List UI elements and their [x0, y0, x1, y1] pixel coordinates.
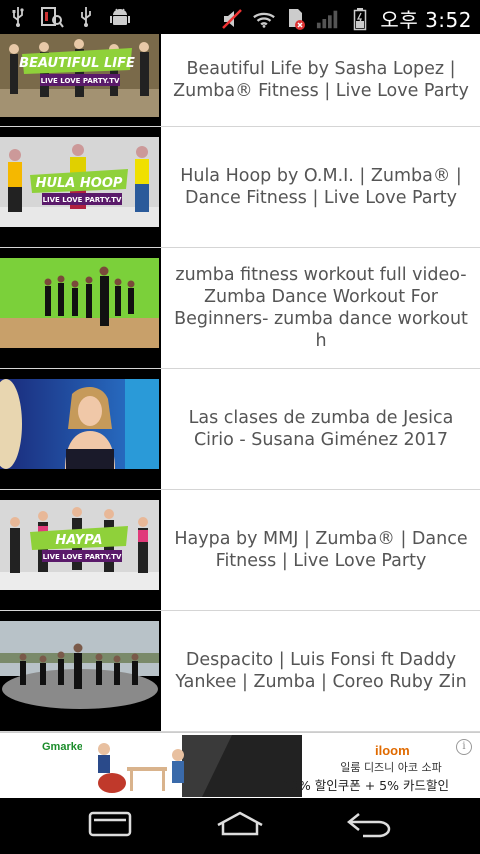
video-thumbnail [0, 258, 159, 348]
video-title[interactable]: Beautiful Life by Sasha Lopez | Zumba® F… [162, 34, 480, 126]
wifi-icon [252, 7, 276, 31]
video-thumbnail: HAYPA LIVE LOVE PARTY.TV [0, 500, 159, 590]
ad-info-icon[interactable]: i [456, 739, 472, 755]
ad-headline: 일룸 디즈니 아코 소파 [340, 761, 442, 774]
mute-icon [220, 7, 244, 31]
thumbnail-frame [0, 248, 161, 368]
video-item[interactable]: HAYPA LIVE LOVE PARTY.TV Haypa by MMJ | … [0, 490, 480, 611]
thumb-label: BEAUTIFUL LIFE [19, 56, 135, 71]
video-thumbnail: BEAUTIFUL LIFE LIVE LOVE PARTY.TV [0, 34, 159, 117]
battery-charging-icon [348, 7, 372, 31]
usb-debug-icon [74, 5, 98, 29]
usb-icon [6, 5, 30, 29]
video-list[interactable]: BEAUTIFUL LIFE LIVE LOVE PARTY.TV Beauti… [0, 34, 480, 732]
thumb-sub: LIVE LOVE PARTY.TV [41, 77, 120, 85]
android-debug-icon [108, 5, 132, 29]
sd-card-error-icon [284, 7, 308, 31]
ad-logo: iloom [375, 743, 410, 758]
recent-apps-button[interactable] [82, 808, 138, 844]
thumbnail-frame [0, 611, 161, 731]
video-title[interactable]: Haypa by MMJ | Zumba® | Dance Fitness | … [162, 490, 480, 610]
video-item[interactable]: Despacito | Luis Fonsi ft Daddy Yankee |… [0, 611, 480, 732]
thumbnail-frame: HULA HOOP LIVE LOVE PARTY.TV [0, 127, 161, 247]
home-icon [215, 810, 265, 842]
signal-icon [316, 7, 340, 31]
video-thumbnail: HULA HOOP LIVE LOVE PARTY.TV [0, 137, 159, 227]
video-title[interactable]: Despacito | Luis Fonsi ft Daddy Yankee |… [162, 611, 480, 731]
status-time: 오후 3:52 [380, 8, 472, 32]
video-item[interactable]: HULA HOOP LIVE LOVE PARTY.TV Hula Hoop b… [0, 127, 480, 248]
thumbnail-frame: HAYPA LIVE LOVE PARTY.TV [0, 490, 161, 610]
sim-toolkit-icon [40, 5, 64, 29]
video-title[interactable]: zumba fitness workout full video- Zumba … [162, 248, 480, 368]
back-icon [345, 810, 395, 842]
thumb-label: HAYPA [55, 533, 102, 548]
video-item[interactable]: zumba fitness workout full video- Zumba … [0, 248, 480, 369]
thumbnail-frame: BEAUTIFUL LIFE LIVE LOVE PARTY.TV [0, 34, 161, 126]
video-item[interactable]: Las clases de zumba de Jesica Cirio - Su… [0, 369, 480, 490]
video-item[interactable]: BEAUTIFUL LIFE LIVE LOVE PARTY.TV Beauti… [0, 34, 480, 127]
ad-banner[interactable]: Gmarket iloom 일룸 디즈니 아코 소파 10% 할인쿠폰 + 5%… [0, 732, 480, 798]
thumb-sub: LIVE LOVE PARTY.TV [43, 553, 122, 561]
status-bar: 오후 3:52 [0, 0, 480, 34]
navigation-bar [0, 798, 480, 854]
back-button[interactable] [342, 808, 398, 844]
video-title[interactable]: Las clases de zumba de Jesica Cirio - Su… [162, 369, 480, 489]
thumb-label: HULA HOOP [36, 176, 123, 191]
home-button[interactable] [212, 808, 268, 844]
thumbnail-frame [0, 369, 161, 489]
thumb-sub: LIVE LOVE PARTY.TV [43, 196, 122, 204]
ad-offer: 10% 할인쿠폰 + 5% 카드할인 [283, 778, 449, 793]
recent-apps-icon [86, 810, 134, 842]
ad-brand: Gmarket [42, 741, 87, 753]
video-thumbnail [0, 621, 159, 711]
video-title[interactable]: Hula Hoop by O.M.I. | Zumba® | Dance Fit… [162, 127, 480, 247]
video-thumbnail [0, 379, 159, 469]
